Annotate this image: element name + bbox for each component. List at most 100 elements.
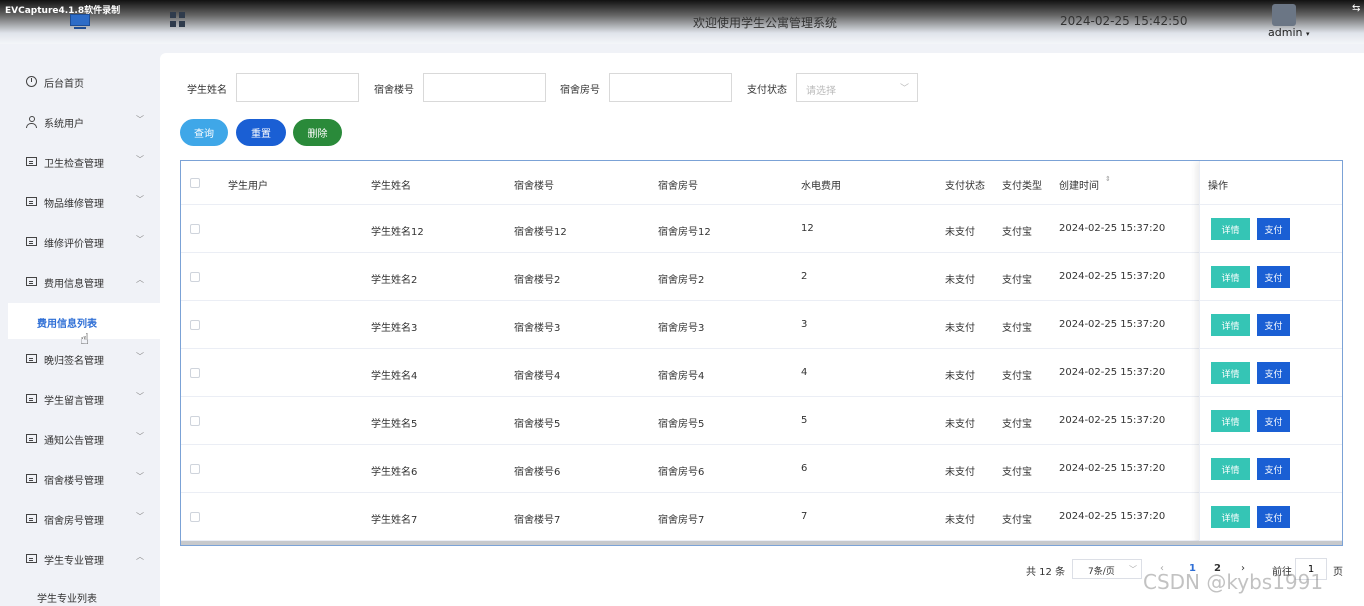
building-input[interactable]: [423, 73, 546, 102]
row-checkbox[interactable]: [190, 320, 200, 330]
col-building: 宿舍楼号: [514, 181, 554, 192]
sidebar-item[interactable]: 学生专业管理 ︿: [0, 539, 160, 579]
sidebar-subitem-major-list[interactable]: 学生专业列表: [0, 582, 160, 606]
row-checkbox[interactable]: [190, 416, 200, 426]
menu-grid-icon[interactable]: [170, 12, 185, 27]
chevron-down-icon: ﹀: [1129, 565, 1137, 574]
top-header: EVCapture4.1.8软件录制 欢迎使用学生公寓管理系统 2024-02-…: [0, 0, 1364, 44]
cell-created-time: 2024-02-25 15:37:20: [1059, 511, 1166, 522]
operations-cell: 详情 支付: [1200, 205, 1342, 253]
col-operations: 操作: [1208, 181, 1228, 192]
detail-button[interactable]: 详情: [1211, 266, 1250, 288]
card-icon: [26, 354, 37, 363]
search-button[interactable]: 查询: [180, 119, 228, 146]
student-name-input[interactable]: [236, 73, 359, 102]
sidebar-item[interactable]: 宿舍楼号管理 ﹀: [0, 459, 160, 499]
delete-button[interactable]: 删除: [293, 119, 342, 146]
chevron-icon: ﹀: [136, 432, 144, 441]
col-created-time[interactable]: 创建时间: [1059, 177, 1099, 192]
sidebar-item[interactable]: 费用信息管理 ︿: [0, 262, 160, 302]
table-row[interactable]: 学生姓名5 宿舍楼号5 宿舍房号5 5 未支付 支付宝 2024-02-25 15:37:2…: [181, 397, 1342, 445]
table-row[interactable]: 学生姓名2 宿舍楼号2 宿舍房号2 2 未支付 支付宝 2024-02-25 15:37:2…: [181, 253, 1342, 301]
detail-button[interactable]: 详情: [1211, 410, 1250, 432]
cell-created-time: 2024-02-25 15:37:20: [1059, 367, 1166, 378]
page-size-select[interactable]: 7条/页 ﹀: [1072, 559, 1142, 579]
operations-cell: 详情 支付: [1200, 445, 1342, 493]
cell-building: 宿舍楼号2: [514, 275, 561, 286]
page-suffix: 页: [1333, 567, 1343, 578]
chevron-icon: ﹀: [136, 115, 144, 124]
chevron-icon: ﹀: [136, 155, 144, 164]
table-row[interactable]: 学生姓名12 宿舍楼号12 宿舍房号12 12 未支付 支付宝 2024-02-25 15:…: [181, 205, 1342, 253]
row-checkbox[interactable]: [190, 272, 200, 282]
sidebar-item-label: 宿舍房号管理: [44, 516, 104, 527]
cell-building: 宿舍楼号6: [514, 467, 561, 478]
sidebar-item-label: 物品维修管理: [44, 199, 104, 210]
sidebar-item[interactable]: 宿舍房号管理 ﹀: [0, 499, 160, 539]
cell-building: 宿舍楼号7: [514, 515, 561, 526]
username: admin: [1268, 26, 1303, 39]
cell-pay-type: 支付宝: [1002, 275, 1032, 286]
chevron-down-icon: ﹀: [899, 84, 909, 94]
cell-student-name: 学生姓名3: [371, 323, 418, 334]
pay-button[interactable]: 支付: [1257, 458, 1290, 480]
detail-button[interactable]: 详情: [1211, 314, 1250, 336]
cell-pay-status: 未支付: [945, 227, 975, 238]
detail-button[interactable]: 详情: [1211, 218, 1250, 240]
sidebar-item[interactable]: 系统用户 ﹀: [0, 102, 160, 142]
pay-status-select[interactable]: 请选择 ﹀: [796, 73, 918, 102]
pay-button[interactable]: 支付: [1257, 218, 1290, 240]
table-row[interactable]: 学生姓名3 宿舍楼号3 宿舍房号3 3 未支付 支付宝 2024-02-25 15:37:2…: [181, 301, 1342, 349]
card-icon: [26, 514, 37, 523]
cell-room: 宿舍房号2: [658, 275, 705, 286]
detail-button[interactable]: 详情: [1211, 362, 1250, 384]
sidebar-item[interactable]: 卫生检查管理 ﹀: [0, 142, 160, 182]
room-input[interactable]: [609, 73, 732, 102]
pay-button[interactable]: 支付: [1257, 410, 1290, 432]
user-menu[interactable]: admin ▾: [1268, 26, 1309, 39]
operations-cell: 详情 支付: [1200, 301, 1342, 349]
sidebar-item[interactable]: 学生留言管理 ﹀: [0, 379, 160, 419]
chevron-icon: ︿: [136, 552, 144, 561]
horizontal-scrollbar[interactable]: [181, 541, 1342, 545]
user-icon: [26, 116, 37, 128]
card-icon: [26, 554, 37, 563]
pay-button[interactable]: 支付: [1257, 314, 1290, 336]
reset-button[interactable]: 重置: [236, 119, 286, 146]
avatar[interactable]: [1272, 4, 1296, 26]
sidebar-item[interactable]: 通知公告管理 ﹀: [0, 419, 160, 459]
detail-button[interactable]: 详情: [1211, 506, 1250, 528]
cell-created-time: 2024-02-25 15:37:20: [1059, 415, 1166, 426]
building-label: 宿舍楼号: [374, 85, 414, 96]
table-row[interactable]: 学生姓名6 宿舍楼号6 宿舍房号6 6 未支付 支付宝 2024-02-25 15:37:2…: [181, 445, 1342, 493]
pay-button[interactable]: 支付: [1257, 266, 1290, 288]
table-row[interactable]: 学生姓名4 宿舍楼号4 宿舍房号4 4 未支付 支付宝 2024-02-25 15:37:2…: [181, 349, 1342, 397]
sidebar-item-label: 学生专业管理: [44, 556, 104, 567]
col-fee: 水电费用: [801, 181, 841, 192]
cell-pay-status: 未支付: [945, 323, 975, 334]
col-pay-type: 支付类型: [1002, 181, 1042, 192]
operations-cell: 详情 支付: [1200, 397, 1342, 445]
operations-cell: 详情 支付: [1200, 253, 1342, 301]
cell-room: 宿舍房号4: [658, 371, 705, 382]
clock-icon: [26, 76, 37, 87]
cell-room: 宿舍房号5: [658, 419, 705, 430]
detail-button[interactable]: 详情: [1211, 458, 1250, 480]
page-size-value: 7条/页: [1088, 567, 1115, 577]
sort-icon[interactable]: ⇕: [1105, 176, 1111, 183]
row-checkbox[interactable]: [190, 464, 200, 474]
sidebar-item[interactable]: 维修评价管理 ﹀: [0, 222, 160, 262]
select-all-checkbox[interactable]: [190, 178, 200, 188]
cell-student-name: 学生姓名6: [371, 467, 418, 478]
sidebar-item[interactable]: 物品维修管理 ﹀: [0, 182, 160, 222]
chevron-icon: ﹀: [136, 352, 144, 361]
row-checkbox[interactable]: [190, 512, 200, 522]
pay-button[interactable]: 支付: [1257, 362, 1290, 384]
card-icon: [26, 277, 37, 286]
row-checkbox[interactable]: [190, 224, 200, 234]
chevron-icon: ﹀: [136, 195, 144, 204]
row-checkbox[interactable]: [190, 368, 200, 378]
sidebar-item[interactable]: 后台首页: [0, 62, 160, 102]
table-row[interactable]: 学生姓名7 宿舍楼号7 宿舍房号7 7 未支付 支付宝 2024-02-25 15:37:2…: [181, 493, 1342, 541]
pay-button[interactable]: 支付: [1257, 506, 1290, 528]
